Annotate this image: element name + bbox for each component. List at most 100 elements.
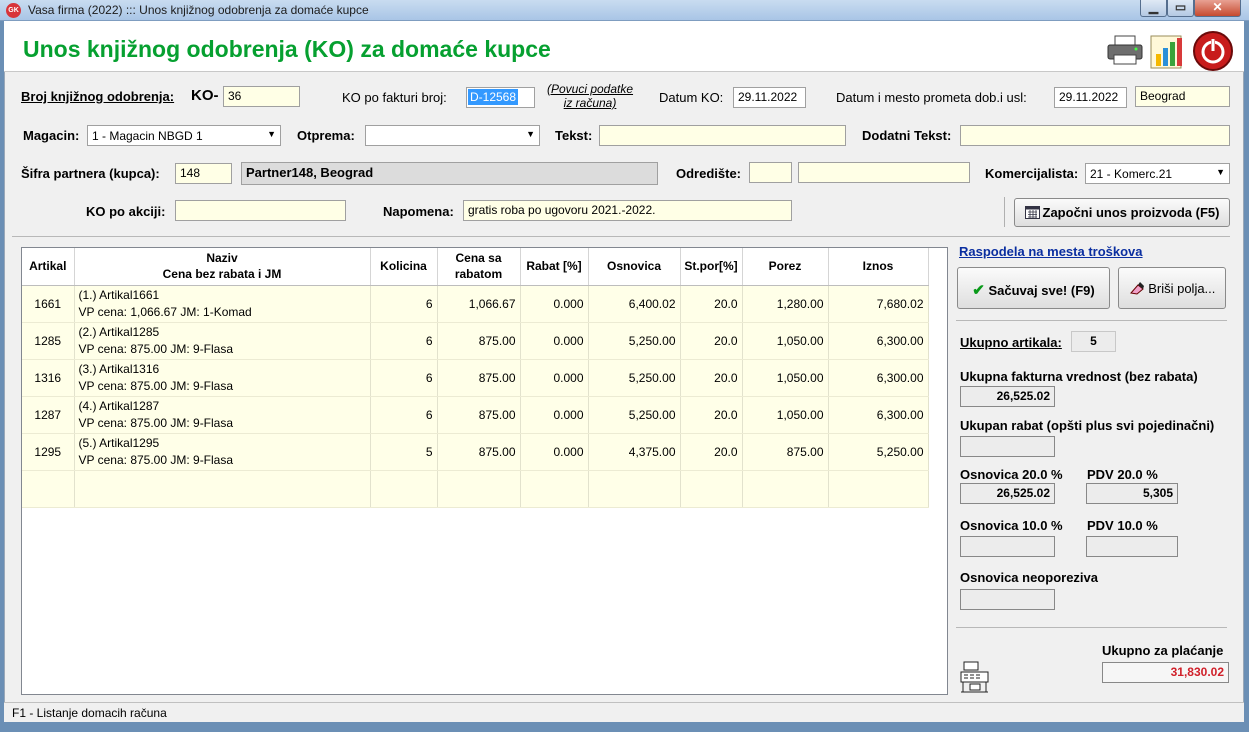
otprema-label: Otprema:	[297, 128, 355, 143]
povuci-link[interactable]: (Povuci podatke iz računa)	[545, 82, 635, 110]
rabat-value	[960, 436, 1055, 457]
datum-ko-label: Datum KO:	[659, 90, 724, 105]
cell-stopa: 20.0	[680, 433, 743, 471]
cell-empty	[828, 470, 929, 508]
cell-artikal: 1661	[22, 285, 75, 323]
datum-prometa-input[interactable]: 29.11.2022	[1054, 87, 1127, 108]
cell-naziv: (2.) Artikal1285 VP cena: 875.00 JM: 9-Fl…	[74, 322, 371, 360]
odrediste-code-input[interactable]	[749, 162, 792, 183]
cell-osnovica: 5,250.00	[588, 359, 681, 397]
magacin-select[interactable]: 1 - Magacin NBGD 1 ▼	[87, 125, 281, 146]
neoporeziva-value	[960, 589, 1055, 610]
datum-ko-input[interactable]: 29.11.2022	[733, 87, 806, 108]
chart-icon[interactable]	[1148, 30, 1188, 70]
cash-register-icon	[960, 661, 989, 693]
cell-empty	[437, 470, 521, 508]
checkmark-icon: ✔	[972, 282, 985, 299]
cell-naziv: (4.) Artikal1287 VP cena: 875.00 JM: 9-Fl…	[74, 396, 371, 434]
page-title: Unos knjižnog odobrenja (KO) za domaće k…	[23, 36, 551, 62]
odrediste-name-input[interactable]	[798, 162, 970, 183]
col-rabat[interactable]: Rabat [%]	[520, 248, 589, 286]
table-row-empty[interactable]	[22, 470, 929, 508]
komerc-value: 21 - Komerc.21	[1090, 167, 1173, 181]
printer-icon[interactable]	[1105, 33, 1145, 67]
power-icon[interactable]	[1192, 30, 1234, 72]
rabat-label: Ukupan rabat (opšti plus svi pojedinačni…	[960, 418, 1215, 433]
chevron-down-icon: ▼	[1216, 167, 1225, 177]
col-naziv[interactable]: Naziv Cena bez rabata i JM	[74, 248, 371, 286]
col-porez[interactable]: Porez	[742, 248, 829, 286]
close-button[interactable]: ✕	[1194, 0, 1241, 17]
sifra-input[interactable]: 148	[175, 163, 232, 184]
mesto-input[interactable]: Beograd	[1135, 86, 1230, 107]
col-artikal[interactable]: Artikal	[22, 248, 75, 286]
po-fakturi-input[interactable]: D-12568	[466, 87, 535, 108]
cell-porez: 1,050.00	[742, 359, 829, 397]
brisi-button[interactable]: Briši polja...	[1118, 267, 1226, 309]
table-row[interactable]: 1295 (5.) Artikal1295 VP cena: 875.00 JM:…	[22, 433, 929, 471]
cell-naziv: (1.) Artikal1661 VP cena: 1,066.67 JM: 1-…	[74, 285, 371, 323]
cell-empty	[74, 470, 371, 508]
item-price-unit: VP cena: 875.00 JM: 9-Flasa	[78, 341, 234, 356]
col-kolicina[interactable]: Kolicina	[370, 248, 438, 286]
maximize-button[interactable]: ▭	[1167, 0, 1194, 17]
item-name: (4.) Artikal1287	[78, 398, 160, 413]
cell-kolicina: 6	[370, 359, 438, 397]
sacuvaj-button[interactable]: ✔ Sačuvaj sve! (F9)	[957, 267, 1110, 309]
pdv10-value	[1086, 536, 1178, 557]
osnovica10-value	[960, 536, 1055, 557]
cell-iznos: 7,680.02	[828, 285, 929, 323]
ukupno-artikala-value: 5	[1071, 331, 1116, 352]
cell-osnovica: 4,375.00	[588, 433, 681, 471]
separator	[956, 627, 1227, 628]
cell-artikal: 1287	[22, 396, 75, 434]
cell-porez: 1,280.00	[742, 285, 829, 323]
table-row[interactable]: 1287 (4.) Artikal1287 VP cena: 875.00 JM:…	[22, 396, 929, 434]
cell-kolicina: 6	[370, 396, 438, 434]
dodatni-input[interactable]	[960, 125, 1230, 146]
cell-artikal: 1285	[22, 322, 75, 360]
cell-empty	[680, 470, 743, 508]
table-row[interactable]: 1285 (2.) Artikal1285 VP cena: 875.00 JM:…	[22, 322, 929, 360]
status-bar: F1 - Listanje domacih računa	[4, 702, 1244, 722]
fakturna-label: Ukupna fakturna vrednost (bez rabata)	[960, 369, 1198, 384]
partner-name: Partner148, Beograd	[241, 162, 658, 185]
brisi-label: Briši polja...	[1148, 281, 1216, 296]
raspodela-link[interactable]: Raspodela na mesta troškova	[959, 244, 1143, 259]
pdv10-label: PDV 10.0 %	[1087, 518, 1158, 533]
item-name: (3.) Artikal1316	[78, 361, 160, 376]
akcija-label: KO po akciji:	[86, 204, 166, 219]
col-cena[interactable]: Cena sa rabatom	[437, 248, 521, 286]
cell-osnovica: 5,250.00	[588, 322, 681, 360]
cell-kolicina: 5	[370, 433, 438, 471]
table-row[interactable]: 1316 (3.) Artikal1316 VP cena: 875.00 JM:…	[22, 359, 929, 397]
odrediste-label: Odredište:	[676, 166, 742, 181]
tekst-input[interactable]	[599, 125, 846, 146]
col-iznos[interactable]: Iznos	[828, 248, 929, 286]
table-row[interactable]: 1661 (1.) Artikal1661 VP cena: 1,066.67 J…	[22, 285, 929, 323]
broj-input[interactable]: 36	[223, 86, 300, 107]
app-icon: GK	[6, 3, 21, 18]
status-text: F1 - Listanje domacih računa	[12, 706, 167, 720]
minimize-button[interactable]: ▁	[1140, 0, 1167, 17]
pdv20-label: PDV 20.0 %	[1087, 467, 1158, 482]
cell-osnovica: 5,250.00	[588, 396, 681, 434]
napomena-input[interactable]: gratis roba po ugovoru 2021.-2022.	[463, 200, 792, 221]
osnovica20-value: 26,525.02	[960, 483, 1055, 504]
otprema-select[interactable]: ▼	[365, 125, 540, 146]
item-name: (5.) Artikal1295	[78, 435, 160, 450]
cell-artikal: 1316	[22, 359, 75, 397]
akcija-input[interactable]	[175, 200, 346, 221]
cell-empty	[520, 470, 589, 508]
cell-empty	[22, 470, 75, 508]
col-stopa[interactable]: St.por[%]	[680, 248, 743, 286]
cell-iznos: 6,300.00	[828, 359, 929, 397]
cell-iznos: 5,250.00	[828, 433, 929, 471]
zapocni-button[interactable]: Započni unos proizvoda (F5)	[1014, 198, 1230, 227]
osnovica10-label: Osnovica 10.0 %	[960, 518, 1063, 533]
col-osnovica[interactable]: Osnovica	[588, 248, 681, 286]
broj-label: Broj knjižnog odobrenja:	[21, 89, 175, 104]
komerc-select[interactable]: 21 - Komerc.21 ▼	[1085, 163, 1230, 184]
items-grid[interactable]: Artikal Naziv Cena bez rabata i JM Kolici…	[21, 247, 948, 695]
za-placanje-value: 31,830.02	[1102, 662, 1229, 683]
